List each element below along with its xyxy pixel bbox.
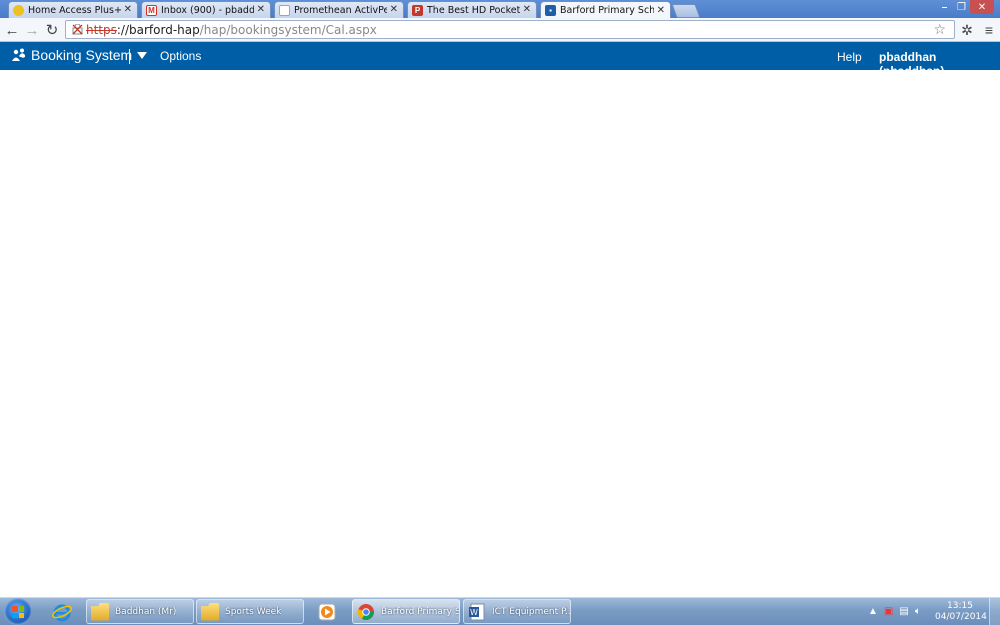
restore-icon[interactable]: ❐ [953,0,970,14]
barford-icon: ▪ [545,5,556,16]
hap-icon [13,4,24,16]
taskbar-item-label: ICT Equipment P... [492,606,570,617]
taskbar-item-label: Sports Week [225,606,282,617]
menu-icon[interactable]: ≡ [980,21,998,39]
app-brand[interactable]: Booking System [11,47,132,63]
chrome-icon [357,603,375,621]
network-error-icon[interactable]: ▣ [884,606,893,617]
word-icon: W [468,603,486,621]
help-link[interactable]: Help [837,50,862,64]
taskbar-item-label: Barford Primary S... [381,606,459,617]
address-bar[interactable]: https://barford-hap/hap/bookingsystem/Ca… [65,20,955,39]
back-arrow-icon[interactable]: ← [3,21,21,39]
reload-icon[interactable]: ↻ [43,21,61,39]
tab-home-access-plus[interactable]: Home Access Plus+ ✕ [8,1,138,18]
close-icon[interactable]: ✕ [390,5,398,15]
url-text: https://barford-hap/hap/bookingsystem/Ca… [86,23,377,37]
tab-barford-primary[interactable]: ▪ Barford Primary School - ✕ [540,1,671,19]
broken-lock-icon [72,23,83,35]
url-scheme: https [86,22,117,37]
app-header: Booking System Options Help pbaddhan (pb… [0,42,1000,78]
show-desktop-button[interactable] [989,598,1000,625]
pc-icon: P [412,4,423,16]
display-icon[interactable]: ▤ [899,606,908,617]
folder-icon [91,602,109,621]
taskbar-item-word[interactable]: W ICT Equipment P... [463,599,571,624]
volume-icon[interactable]: 🔈︎ [915,606,921,617]
new-tab-button[interactable] [671,4,701,18]
system-tray: ▲ ▣ ▤ 🔈︎ [868,598,927,625]
tab-title: Inbox (900) - pbaddhan@ [161,4,254,16]
app-title: Booking System [31,47,133,63]
options-menu[interactable]: Options [160,49,201,63]
url-path: /hap/bookingsystem/Cal.aspx [199,22,377,37]
url-host: ://barford-hap [116,22,200,37]
close-icon[interactable]: ✕ [124,5,132,15]
window-controls: – ❐ ✕ [936,0,994,14]
windows-logo-icon [12,606,24,618]
page-content [0,70,1000,597]
tab-inbox[interactable]: M Inbox (900) - pbaddhan@ ✕ [141,1,271,18]
window-close-icon[interactable]: ✕ [970,0,994,14]
people-icon [11,47,27,63]
media-player-icon[interactable] [312,599,342,624]
chevron-down-icon[interactable] [137,52,147,59]
tab-title: Home Access Plus+ [28,4,121,16]
page-icon [279,4,290,16]
forward-arrow-icon[interactable]: → [23,21,41,39]
minimize-icon[interactable]: – [936,0,953,14]
taskbar-item-label: Baddhan (Mr) [115,606,177,617]
tab-promethean[interactable]: Promethean ActivPen (10 ✕ [274,1,404,18]
tray-expand-icon[interactable]: ▲ [868,606,878,617]
bookmark-star-icon[interactable]: ☆ [933,21,946,38]
gmail-icon: M [146,4,157,16]
tab-title: Promethean ActivPen (10 [294,4,387,16]
header-divider [129,49,130,64]
close-icon[interactable]: ✕ [257,5,265,15]
extension-icon[interactable]: ✲ [958,21,976,39]
start-button[interactable] [4,598,32,625]
close-icon[interactable]: ✕ [657,5,665,16]
windows-taskbar: Baddhan (Mr) Sports Week Barford Primary… [0,597,1000,625]
tab-title: The Best HD Pocket Came [427,4,520,16]
tab-title: Barford Primary School - [560,5,654,16]
tab-pocket-camera[interactable]: P The Best HD Pocket Came ✕ [407,1,537,18]
browser-tab-strip: Home Access Plus+ ✕ M Inbox (900) - pbad… [0,0,1000,19]
taskbar-item-chrome[interactable]: Barford Primary S... [352,599,460,624]
close-icon[interactable]: ✕ [523,5,531,15]
taskbar-item-baddhan[interactable]: Baddhan (Mr) [86,599,194,624]
taskbar-item-sports-week[interactable]: Sports Week [196,599,304,624]
system-clock[interactable]: 13:15 04/07/2014 [935,601,987,623]
folder-icon [201,602,219,621]
clock-date: 04/07/2014 [935,612,987,622]
svg-text:W: W [470,608,478,617]
internet-explorer-icon[interactable] [48,599,76,624]
clock-time: 13:15 [947,601,973,611]
browser-toolbar: ← → ↻ https://barford-hap/hap/bookingsys… [0,18,1000,42]
